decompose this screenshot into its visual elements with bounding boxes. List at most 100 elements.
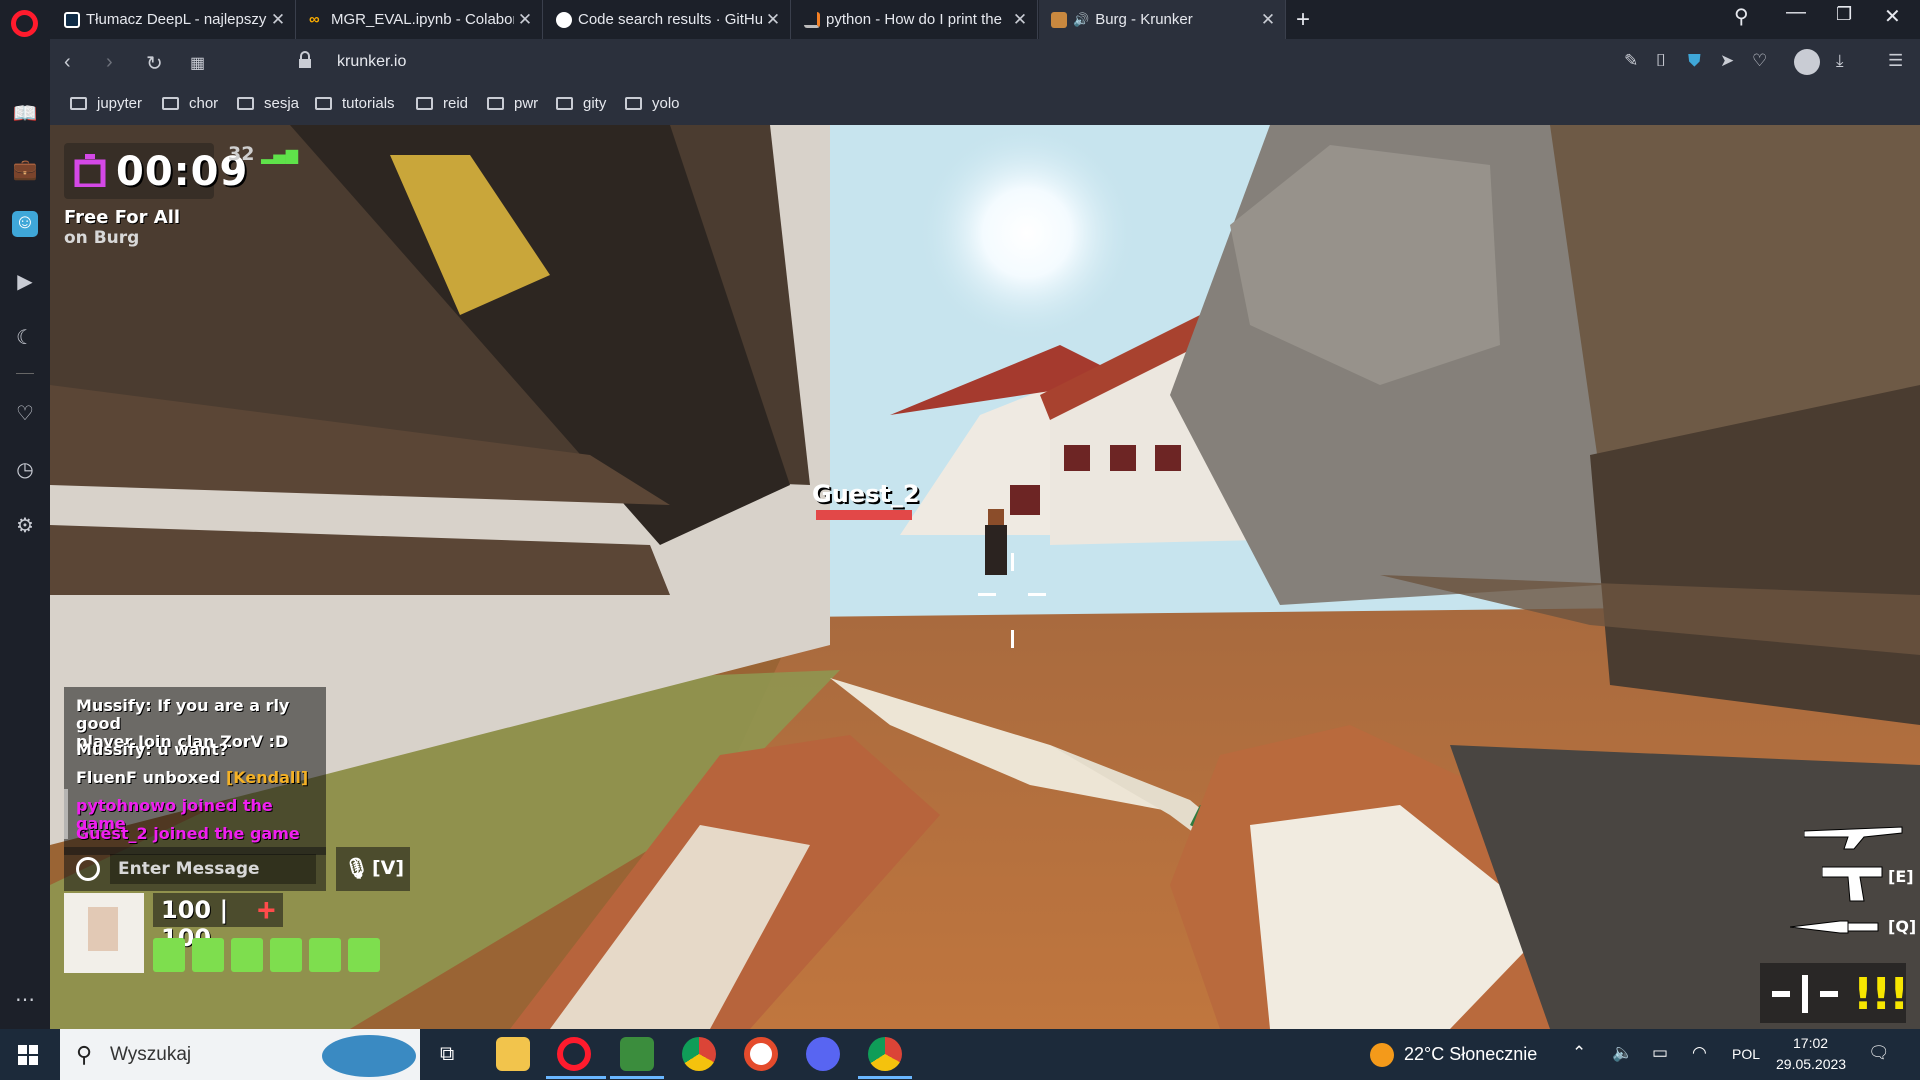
more-icon[interactable]: ⋯	[12, 987, 38, 1013]
chat-system-marker	[64, 789, 68, 839]
opera-logo-icon[interactable]	[11, 10, 38, 37]
battery-icon[interactable]: ▭	[1652, 1043, 1668, 1063]
profile-avatar[interactable]	[1794, 49, 1820, 75]
player-icon[interactable]: ▶	[12, 269, 38, 295]
speed-dial-icon[interactable]: ▦	[190, 53, 205, 73]
signal-bars-icon: ▂▄▆	[261, 145, 298, 164]
globe-icon[interactable]	[76, 857, 100, 881]
chat-input-panel	[64, 847, 326, 891]
settings-gear-icon[interactable]: ⚙	[12, 513, 38, 539]
camera-icon[interactable]: ⌷	[1656, 51, 1666, 71]
weather-text[interactable]: 22°C Słonecznie	[1404, 1044, 1537, 1065]
bookmark-heart-icon[interactable]: ♡	[1752, 51, 1767, 71]
pistol-icon	[1822, 866, 1883, 902]
forward-icon[interactable]: ›	[106, 51, 113, 74]
health-pip	[231, 938, 263, 972]
tab-title: Code search results · GitHu	[578, 11, 762, 28]
show-hidden-icons-icon[interactable]: ⌃	[1572, 1043, 1586, 1063]
opera-taskbar-icon[interactable]	[557, 1037, 591, 1071]
tab-search-icon[interactable]: ⚲	[1734, 4, 1749, 29]
clock-icon[interactable]: ◷	[12, 457, 38, 483]
tab-deepl[interactable]: Tłumacz DeepL - najlepszy ✕	[52, 0, 296, 39]
tab-title: MGR_EVAL.ipynb - Colabor	[331, 11, 514, 28]
krunker-icon	[1051, 11, 1067, 28]
clock-date[interactable]: 29.05.2023	[1776, 1056, 1846, 1072]
voice-chat-toggle[interactable]: 🎙 [V]	[336, 847, 410, 891]
heart-icon[interactable]: ♡	[12, 401, 38, 427]
avatar-face	[88, 907, 118, 951]
bookmark-folder[interactable]: reid	[416, 95, 468, 112]
health-pip	[270, 938, 302, 972]
taskbar-search[interactable]: ⚲ Wyszukaj	[60, 1029, 420, 1080]
restore-button[interactable]: ❐	[1836, 4, 1852, 25]
game-scene	[50, 125, 1920, 1029]
tab-title: python - How do I print the	[826, 11, 1002, 28]
chat-user: Mussify:	[76, 740, 152, 759]
wifi-icon[interactable]: ◠	[1692, 1043, 1707, 1063]
snapshot-edit-icon[interactable]: ✎	[1624, 51, 1638, 71]
back-icon[interactable]: ‹	[64, 51, 71, 74]
notifications-icon[interactable]: 🗨	[1868, 1043, 1890, 1063]
bookmark-folder[interactable]: jupyter	[70, 95, 142, 112]
workspaces-icon[interactable]: 💼	[12, 157, 38, 183]
history-moon-icon[interactable]: ☾	[12, 325, 38, 351]
tab-krunker[interactable]: 🔊 Burg - Krunker ✕	[1039, 0, 1286, 39]
close-tab-icon[interactable]: ✕	[1257, 10, 1279, 30]
lock-icon	[299, 51, 311, 68]
health-pip	[348, 938, 380, 972]
chat-panel: Mussify: If you are a rly good player Joi…	[64, 687, 326, 855]
pycharm-icon[interactable]	[620, 1037, 654, 1071]
bookmark-folder[interactable]: tutorials	[315, 95, 395, 112]
tab-title: Burg - Krunker	[1095, 11, 1193, 28]
volume-icon[interactable]: 🔈	[1612, 1043, 1633, 1063]
easy-setup-icon[interactable]: ☰	[1888, 51, 1903, 71]
bookmark-folder[interactable]: pwr	[487, 95, 538, 112]
chrome-canary-icon[interactable]	[744, 1037, 778, 1071]
discord-icon[interactable]	[806, 1037, 840, 1071]
game-canvas[interactable]: 00:09 32 ▂▄▆ Free For All on Burg Guest_…	[50, 125, 1920, 1029]
folder-icon	[487, 97, 504, 110]
url-field[interactable]: krunker.io	[337, 53, 406, 71]
ammo-dash-icon	[1772, 991, 1790, 997]
colab-icon: ∞	[309, 10, 320, 28]
chrome-icon[interactable]	[682, 1037, 716, 1071]
minimize-button[interactable]: —	[1786, 1, 1806, 24]
downloads-icon[interactable]: ⤓	[1836, 51, 1844, 71]
bookmark-folder[interactable]: chor	[162, 95, 218, 112]
file-explorer-icon[interactable]	[496, 1037, 530, 1071]
tab-github[interactable]: Code search results · GitHu ✕	[544, 0, 791, 39]
player-avatar	[64, 893, 144, 973]
bookmark-folder[interactable]: gity	[556, 95, 606, 112]
vpn-shield-icon[interactable]: ⛊	[1688, 51, 1701, 71]
close-tab-icon[interactable]: ✕	[514, 10, 536, 30]
chrome-profile-icon[interactable]	[868, 1037, 902, 1071]
task-view-icon[interactable]: ⧉	[440, 1043, 454, 1066]
folder-icon	[162, 97, 179, 110]
reload-icon[interactable]: ↻	[146, 51, 163, 76]
tab-colab[interactable]: ∞ MGR_EVAL.ipynb - Colabor ✕	[297, 0, 543, 39]
close-tab-icon[interactable]: ✕	[267, 10, 289, 30]
ping-number: 32	[228, 143, 255, 165]
windows-start-icon[interactable]	[18, 1045, 38, 1065]
tab-stackoverflow[interactable]: python - How do I print the ✕	[792, 0, 1038, 39]
bookmark-folder[interactable]: sesja	[237, 95, 299, 112]
health-pip	[153, 938, 185, 972]
melee-weapon-key: [Q]	[1888, 917, 1917, 936]
new-tab-button[interactable]: +	[1296, 6, 1310, 34]
close-tab-icon[interactable]: ✕	[762, 10, 784, 30]
reading-list-icon[interactable]: 📖	[12, 101, 38, 127]
close-window-button[interactable]: ✕	[1884, 4, 1901, 29]
sun-weather-icon[interactable]	[1370, 1043, 1394, 1067]
health-plus-icon: +	[257, 892, 276, 928]
active-app-indicator	[546, 1076, 606, 1079]
send-icon[interactable]: ➤	[1720, 51, 1734, 71]
chat-text: u want?	[151, 740, 229, 759]
messenger-icon[interactable]: ☺	[12, 211, 38, 237]
language-indicator[interactable]: POL	[1732, 1046, 1760, 1062]
audio-playing-icon[interactable]: 🔊	[1073, 12, 1089, 28]
close-tab-icon[interactable]: ✕	[1009, 10, 1031, 30]
clock-time[interactable]: 17:02	[1793, 1035, 1828, 1051]
bookmark-folder[interactable]: yolo	[625, 95, 680, 112]
chat-user: FluenF	[76, 768, 137, 787]
chat-message-input[interactable]	[110, 854, 316, 884]
